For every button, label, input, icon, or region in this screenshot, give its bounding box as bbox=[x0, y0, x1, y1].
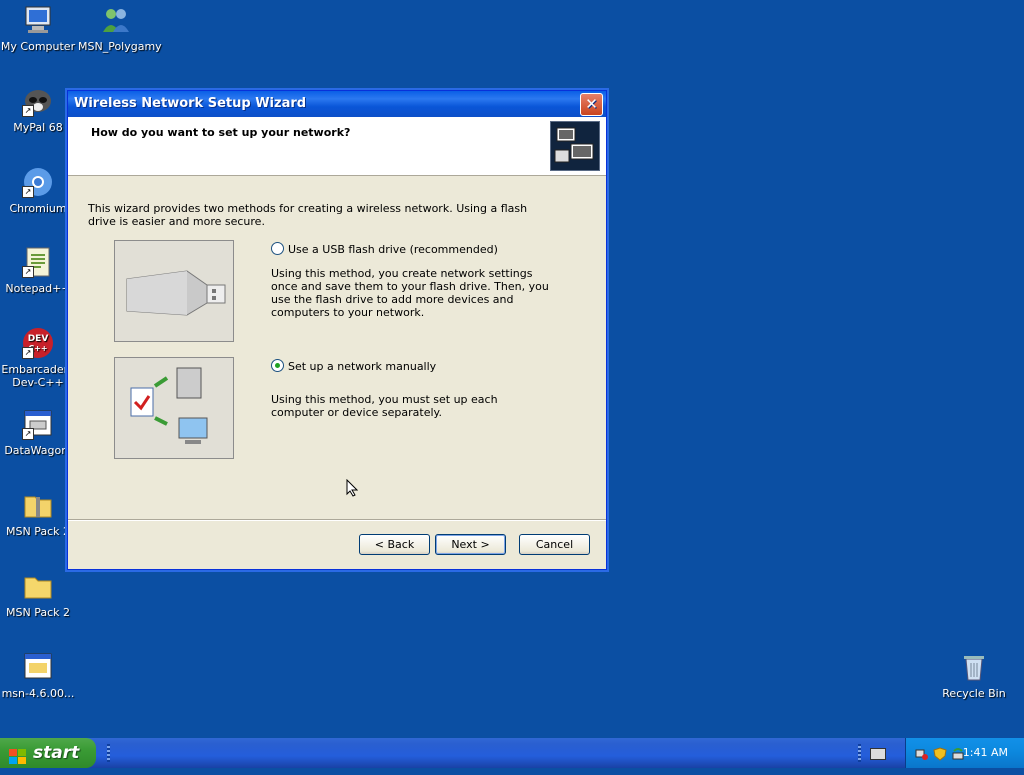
usb-option[interactable]: Use a USB flash drive (recommended) bbox=[271, 242, 498, 256]
wizard-window: Wireless Network Setup Wizard ✕ How do y… bbox=[67, 90, 607, 570]
taskbar: start 1:41 AM bbox=[0, 738, 1024, 768]
close-button[interactable]: ✕ bbox=[580, 93, 603, 116]
usb-option-radio[interactable] bbox=[271, 242, 284, 255]
keyboard-icon[interactable] bbox=[870, 748, 886, 760]
desktop-icon-label: Recycle Bin bbox=[942, 687, 1006, 700]
manual-option-label: Set up a network manually bbox=[288, 360, 437, 373]
manual-option-radio[interactable] bbox=[271, 359, 284, 372]
usb-illustration bbox=[114, 240, 234, 342]
dev-cpp-icon: DEV C++ ↗ bbox=[22, 327, 54, 359]
start-label: start bbox=[33, 743, 80, 763]
desktop-icon-datawagon[interactable]: ↗ DataWagon. bbox=[0, 408, 76, 457]
desktop-icon-label: MSN_Polygamy bbox=[78, 40, 162, 53]
title-bar[interactable]: Wireless Network Setup Wizard ✕ bbox=[68, 91, 606, 117]
window-title: Wireless Network Setup Wizard bbox=[74, 96, 307, 111]
next-button[interactable]: Next > bbox=[435, 534, 506, 555]
start-button[interactable]: start bbox=[0, 738, 96, 768]
desktop-icon-recycle-bin[interactable]: Recycle Bin bbox=[936, 651, 1012, 700]
footer-divider bbox=[68, 519, 606, 521]
wizard-header: How do you want to set up your network? bbox=[68, 117, 606, 176]
back-button[interactable]: < Back bbox=[359, 534, 430, 555]
quicklaunch-grip[interactable] bbox=[107, 744, 110, 762]
desktop-icon-label: MSN Pack 2 bbox=[6, 606, 70, 619]
msn-buddies-icon bbox=[100, 4, 132, 36]
svg-text:DEV: DEV bbox=[28, 334, 49, 344]
shortcut-arrow-icon: ↗ bbox=[22, 347, 34, 359]
usb-flash-drive-icon bbox=[126, 270, 226, 316]
security-shield-icon[interactable] bbox=[933, 746, 947, 761]
usb-option-description: Using this method, you create network se… bbox=[271, 267, 549, 319]
manual-setup-icon bbox=[130, 367, 208, 444]
manual-illustration bbox=[114, 357, 234, 459]
manual-option[interactable]: Set up a network manually bbox=[271, 359, 436, 373]
application-window-icon: ↗ bbox=[22, 408, 54, 440]
desktop-icon-msn-polygamy[interactable]: MSN_Polygamy bbox=[78, 4, 162, 53]
desktop-icon-label: MyPal 68 bbox=[13, 121, 63, 134]
desktop-icon-label: My Computer bbox=[0, 40, 76, 53]
my-computer-icon bbox=[22, 4, 54, 36]
shortcut-arrow-icon: ↗ bbox=[22, 105, 34, 117]
desktop-icon-label: Embarcadero Dev-C++ bbox=[1, 363, 75, 389]
raccoon-icon: ↗ bbox=[22, 85, 54, 117]
desktop-icon-mypal[interactable]: ↗ MyPal 68 bbox=[0, 85, 76, 134]
wizard-body: This wizard provides two methods for cre… bbox=[68, 176, 606, 520]
clock: 1:41 AM bbox=[962, 746, 1008, 759]
installer-icon bbox=[22, 651, 54, 683]
desktop-icon-label: DataWagon. bbox=[4, 444, 72, 457]
shortcut-arrow-icon: ↗ bbox=[22, 266, 34, 278]
recycle-bin-icon bbox=[958, 651, 990, 683]
manual-option-description: Using this method, you must set up each … bbox=[271, 393, 498, 419]
desktop-icon-devcpp[interactable]: DEV C++ ↗ Embarcadero Dev-C++ bbox=[0, 327, 76, 389]
chromium-icon: ↗ bbox=[22, 166, 54, 198]
wizard-question: How do you want to set up your network? bbox=[91, 126, 351, 139]
desktop-icon-label: Chromium bbox=[9, 202, 67, 215]
shortcut-arrow-icon: ↗ bbox=[22, 428, 34, 440]
desktop-icon-chromium[interactable]: ↗ Chromium bbox=[0, 166, 76, 215]
notepad-plus-plus-icon: ↗ bbox=[22, 246, 54, 278]
desktop-icon-label: MSN Pack 2 bbox=[6, 525, 70, 538]
desktop-icon-msn-installer[interactable]: msn-4.6.00... bbox=[0, 651, 76, 700]
desktop-icon-notepadpp[interactable]: ↗ Notepad++ bbox=[0, 246, 76, 295]
shortcut-arrow-icon: ↗ bbox=[22, 186, 34, 198]
desktop-icon-my-computer[interactable]: My Computer bbox=[0, 4, 76, 53]
taskbar-grip[interactable] bbox=[858, 744, 861, 762]
network-tray-icon[interactable] bbox=[915, 746, 929, 760]
zip-folder-icon bbox=[22, 489, 54, 521]
close-icon: ✕ bbox=[585, 95, 598, 113]
desktop-icon-msn-pack-zip[interactable]: MSN Pack 2 bbox=[0, 489, 76, 538]
intro-text: This wizard provides two methods for cre… bbox=[88, 202, 528, 228]
mouse-cursor-icon bbox=[346, 479, 358, 497]
windows-flag-icon bbox=[9, 745, 27, 764]
desktop-icon-label: msn-4.6.00... bbox=[1, 687, 75, 700]
folder-icon bbox=[22, 570, 54, 602]
system-tray: 1:41 AM bbox=[905, 738, 1024, 768]
desktop-icon-msn-pack-folder[interactable]: MSN Pack 2 bbox=[0, 570, 76, 619]
usb-option-label: Use a USB flash drive (recommended) bbox=[288, 243, 498, 256]
network-computers-icon bbox=[550, 121, 600, 171]
desktop-icon-label: Notepad++ bbox=[5, 282, 71, 295]
cancel-button[interactable]: Cancel bbox=[519, 534, 590, 555]
